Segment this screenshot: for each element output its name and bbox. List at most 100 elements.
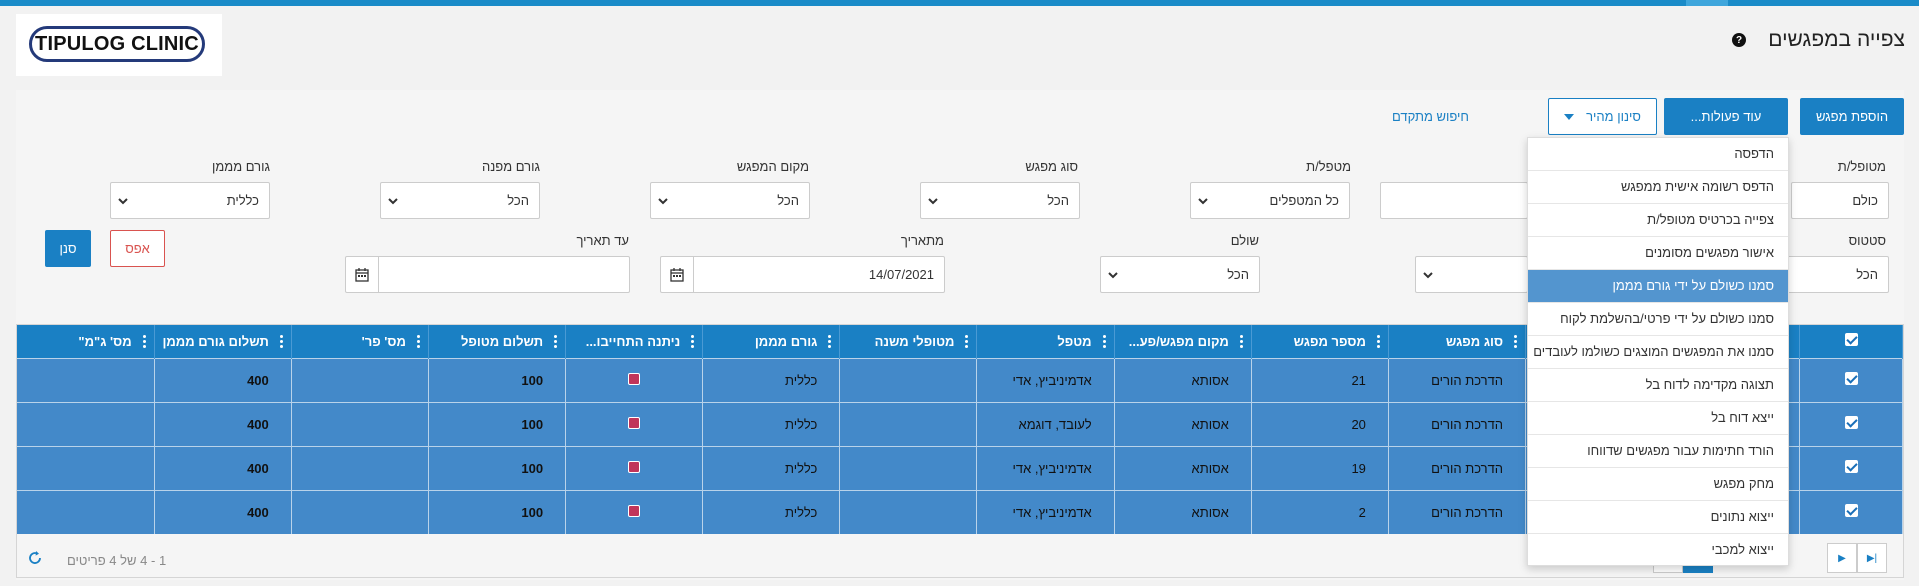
top-accent-bar [0, 0, 1919, 6]
logo-text: TIPULOG CLINIC [35, 32, 199, 55]
more-actions-button[interactable]: עוד פעולות... [1664, 98, 1788, 135]
quick-filter-button[interactable]: סינון מהיר [1548, 98, 1657, 135]
location-select[interactable]: הכל [650, 182, 810, 219]
from-date-value: 14/07/2021 [868, 267, 934, 282]
menu-item-view-patient-card[interactable]: צפייה בכרטיס מטופל/ת [1528, 204, 1788, 237]
menu-item-mark-paid-to-employees[interactable]: סמנו את המפגשים המוצגים כשולמו לעובדים [1528, 336, 1788, 369]
funder-select[interactable]: כללית [110, 182, 270, 219]
calendar-icon[interactable] [346, 257, 379, 292]
column-menu-icon[interactable] [279, 335, 283, 348]
paid-value: הכל [1227, 267, 1249, 282]
status-value: הכל [1856, 267, 1878, 282]
row-checkbox[interactable] [1844, 504, 1858, 518]
status-label: סטטוס [1848, 233, 1886, 248]
therapist-label: מטפל/ת [1306, 159, 1351, 174]
location-label: מקום המפגש [736, 159, 809, 174]
to-date-label: עד תאריך [576, 233, 629, 248]
row-checkbox[interactable] [1844, 460, 1858, 473]
col-header-funder[interactable]: גורם מממן [702, 325, 841, 358]
select-all-header[interactable] [1799, 325, 1903, 358]
chevron-down-icon [118, 198, 128, 205]
menu-item-export-data[interactable]: ייצוא נתונים [1528, 501, 1788, 534]
col-header-patient-pay[interactable]: תשלום מטופל [428, 325, 567, 358]
menu-item-export-maccabi[interactable]: ייצוא למכבי [1528, 534, 1788, 567]
menu-item-mark-paid-by-private[interactable]: סמנו כשולם על ידי פרטי/בהשלמת לקוח [1528, 303, 1788, 336]
col-header-commitment[interactable]: ניתנה התחייבו... [565, 325, 704, 358]
column-menu-icon[interactable] [691, 335, 695, 348]
col-header-type[interactable]: סוג מפגש [1388, 325, 1527, 358]
next-page-button[interactable]: ▶ [1827, 543, 1857, 573]
chevron-down-icon [1423, 272, 1433, 279]
therapist-filter-select[interactable] [1380, 182, 1528, 219]
menu-item-export-bl-report[interactable]: ייצא דוח בל [1528, 402, 1788, 435]
referrer-value: הכל [507, 193, 529, 208]
referrer-select[interactable]: הכל [380, 182, 540, 219]
col-header-funder-pay[interactable]: תשלום גורם מממן [154, 325, 292, 358]
column-menu-icon[interactable] [1102, 335, 1106, 348]
patient-value: כולם [1852, 193, 1878, 208]
patient-label: מטופל/ת [1837, 159, 1886, 174]
meeting-type-label: סוג מפגש [1025, 159, 1078, 174]
meeting-type-value: הכל [1047, 193, 1069, 208]
menu-item-approve-selected[interactable]: אישור מפגשים מסומנים [1528, 237, 1788, 270]
select-all-checkbox[interactable] [1844, 333, 1858, 347]
col-header-gm[interactable]: מס' ג"מ" [17, 325, 155, 358]
commitment-checkbox[interactable] [628, 372, 641, 385]
menu-item-download-signatures[interactable]: הורד חתימות עבור מפגשים שדווחו [1528, 435, 1788, 468]
funder-label: גורם מממן [211, 159, 270, 174]
commitment-checkbox[interactable] [628, 416, 641, 429]
column-menu-icon[interactable] [1239, 335, 1243, 348]
referrer-label: גורם מפנה [481, 159, 540, 174]
menu-item-mark-paid-by-funder[interactable]: סמנו כשולם על ידי גורם מממן [1528, 270, 1788, 303]
column-menu-icon[interactable] [1376, 335, 1380, 348]
patient-select[interactable]: כולם [1791, 182, 1889, 219]
column-menu-icon[interactable] [828, 335, 832, 348]
advanced-search-link[interactable]: חיפוש מתקדם [1392, 109, 1469, 124]
pager-info: 1 - 4 של 4 פריטים [67, 553, 167, 568]
menu-item-delete-meeting[interactable]: מחק מפגש [1528, 468, 1788, 501]
menu-item-print-personal-record[interactable]: הדפס רשומה אישית ממפגש [1528, 171, 1788, 204]
paid-label: שולם [1230, 233, 1259, 248]
col-header-location[interactable]: מקום מפגש/פע... [1114, 325, 1252, 358]
more-actions-menu: הדפסה הדפס רשומה אישית ממפגש צפייה בכרטי… [1527, 137, 1789, 566]
row-checkbox[interactable] [1844, 372, 1858, 385]
meeting-type-select[interactable]: הכל [920, 182, 1080, 219]
location-value: הכל [777, 193, 799, 208]
funder-value: כללית [226, 193, 259, 208]
menu-item-print[interactable]: הדפסה [1528, 138, 1788, 171]
therapist-value: כל המטפלים [1269, 193, 1339, 208]
col-header-sub-patients[interactable]: מטופלי משנה [839, 325, 978, 358]
logo-pill: TIPULOG CLINIC [29, 26, 205, 62]
from-date-label: מתאריך [900, 233, 944, 248]
column-menu-icon[interactable] [1514, 335, 1518, 348]
reset-button[interactable]: אפס [110, 230, 165, 267]
commitment-checkbox[interactable] [628, 504, 641, 517]
to-date-input[interactable] [345, 256, 630, 293]
column-menu-icon[interactable] [416, 335, 420, 348]
calendar-icon[interactable] [661, 257, 694, 292]
secondary-select[interactable] [1415, 256, 1528, 293]
chevron-down-icon [928, 198, 938, 205]
filter-button[interactable]: סנן [45, 230, 91, 267]
add-meeting-button[interactable]: הוספת מפגש [1800, 98, 1904, 135]
col-header-receipt[interactable]: מס' פר' [291, 325, 429, 358]
paid-select[interactable]: הכל [1100, 256, 1260, 293]
last-page-button[interactable]: ▶| [1857, 543, 1887, 573]
chevron-down-icon [658, 198, 668, 205]
menu-item-preview-bl-report[interactable]: תצוגה מקדימה לדוח בל [1528, 369, 1788, 402]
column-menu-icon[interactable] [965, 335, 969, 348]
refresh-icon[interactable] [27, 550, 43, 566]
therapist-select[interactable]: כל המטפלים [1190, 182, 1350, 219]
clinic-logo: TIPULOG CLINIC [16, 14, 222, 76]
col-header-therapist[interactable]: מטפל [976, 325, 1115, 358]
help-icon[interactable]: ? [1732, 33, 1746, 47]
caret-down-icon [1564, 113, 1575, 120]
column-menu-icon[interactable] [142, 335, 146, 348]
row-checkbox[interactable] [1844, 416, 1858, 429]
commitment-checkbox[interactable] [628, 460, 641, 473]
from-date-input[interactable]: 14/07/2021 [660, 256, 945, 293]
col-header-number[interactable]: מספר מפגש [1251, 325, 1389, 358]
chevron-down-icon [388, 198, 398, 205]
column-menu-icon[interactable] [554, 335, 558, 348]
page-title: צפייה במפגשים [1768, 28, 1905, 51]
